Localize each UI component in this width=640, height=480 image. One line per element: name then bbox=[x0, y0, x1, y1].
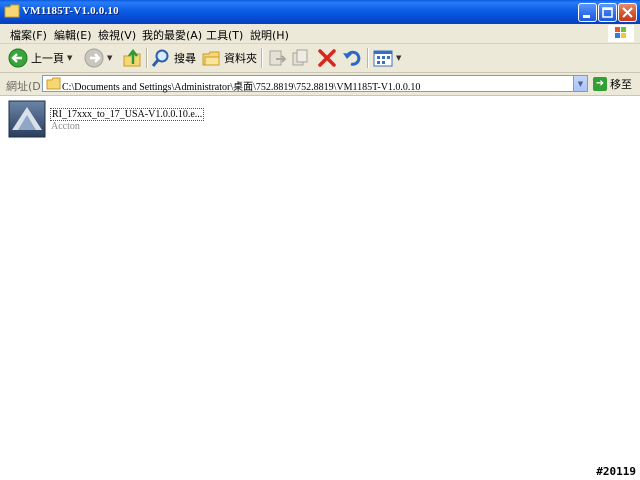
menu-view[interactable]: 檢視(V) bbox=[98, 27, 136, 43]
back-arrow-icon bbox=[8, 48, 28, 68]
menu-help[interactable]: 說明(H) bbox=[250, 27, 289, 43]
window-title: VM1185T-V1.0.0.10 bbox=[22, 5, 119, 17]
menu-file[interactable]: 檔案(F) bbox=[10, 27, 47, 43]
folders-label: 資料夾 bbox=[224, 52, 257, 65]
menu-favorites[interactable]: 我的最愛(A) bbox=[142, 27, 202, 43]
move-to-button[interactable] bbox=[267, 47, 287, 69]
address-path: C:\Documents and Settings\Administrator\… bbox=[62, 82, 421, 93]
file-company: Accton bbox=[51, 121, 80, 132]
toolbar: 上一頁 ▼ ▼ 搜尋 資料夾 ▼ bbox=[0, 44, 640, 73]
address-dropdown-button[interactable]: ▼ bbox=[573, 76, 587, 91]
file-item[interactable]: RI_17xxx_to_17_USA-V1.0.0.10.e... Accton bbox=[8, 100, 205, 140]
forward-button[interactable]: ▼ bbox=[84, 47, 112, 69]
chevron-down-icon[interactable]: ▼ bbox=[396, 54, 401, 62]
folder-icon bbox=[46, 77, 61, 90]
installer-icon bbox=[8, 100, 46, 138]
forward-arrow-icon bbox=[84, 48, 104, 68]
up-folder-button[interactable] bbox=[122, 47, 142, 69]
minimize-button[interactable] bbox=[578, 3, 597, 22]
move-to-icon bbox=[269, 50, 287, 66]
address-input[interactable]: C:\Documents and Settings\Administrator\… bbox=[42, 75, 588, 93]
maximize-button[interactable] bbox=[598, 3, 617, 22]
close-icon bbox=[622, 7, 633, 18]
up-folder-icon bbox=[123, 48, 141, 67]
file-name[interactable]: RI_17xxx_to_17_USA-V1.0.0.10.e... bbox=[50, 108, 205, 121]
close-button[interactable] bbox=[618, 3, 637, 22]
title-bar[interactable]: VM1185T-V1.0.0.10 bbox=[0, 0, 640, 24]
menu-bar: 檔案(F) 編輯(E) 檢視(V) 我的最愛(A) 工具(T) 說明(H) bbox=[0, 24, 640, 44]
chevron-down-icon[interactable]: ▼ bbox=[107, 54, 112, 62]
windows-logo-icon bbox=[608, 25, 634, 42]
chevron-down-icon: ▼ bbox=[577, 79, 584, 88]
folders-button[interactable]: 資料夾 bbox=[201, 47, 257, 69]
chevron-down-icon[interactable]: ▼ bbox=[67, 54, 72, 62]
folders-icon bbox=[202, 51, 220, 66]
menu-tools[interactable]: 工具(T) bbox=[206, 27, 243, 43]
undo-icon bbox=[343, 50, 361, 66]
copy-to-button[interactable] bbox=[291, 47, 311, 69]
maximize-icon bbox=[602, 7, 613, 18]
go-button[interactable]: ➜ 移至 bbox=[593, 76, 632, 92]
file-list-pane[interactable]: RI_17xxx_to_17_USA-V1.0.0.10.e... Accton… bbox=[0, 96, 640, 480]
views-button[interactable]: ▼ bbox=[373, 47, 401, 69]
search-icon bbox=[151, 49, 169, 67]
undo-button[interactable] bbox=[342, 47, 362, 69]
menu-edit[interactable]: 編輯(E) bbox=[54, 27, 92, 43]
copy-to-icon bbox=[292, 49, 308, 66]
go-arrow-icon: ➜ bbox=[593, 77, 607, 91]
address-label: 網址(D) bbox=[6, 80, 46, 93]
views-icon bbox=[373, 50, 393, 67]
search-label: 搜尋 bbox=[174, 52, 196, 65]
delete-button[interactable] bbox=[317, 47, 337, 69]
watermark-text: #20119 bbox=[596, 465, 636, 478]
delete-icon bbox=[318, 49, 336, 67]
go-label: 移至 bbox=[610, 78, 632, 91]
folder-icon bbox=[4, 4, 20, 18]
back-button[interactable]: 上一頁 ▼ bbox=[8, 47, 72, 69]
search-button[interactable]: 搜尋 bbox=[151, 47, 196, 69]
address-bar: 網址(D) C:\Documents and Settings\Administ… bbox=[0, 73, 640, 96]
minimize-icon bbox=[583, 15, 590, 18]
back-label: 上一頁 bbox=[31, 52, 64, 65]
